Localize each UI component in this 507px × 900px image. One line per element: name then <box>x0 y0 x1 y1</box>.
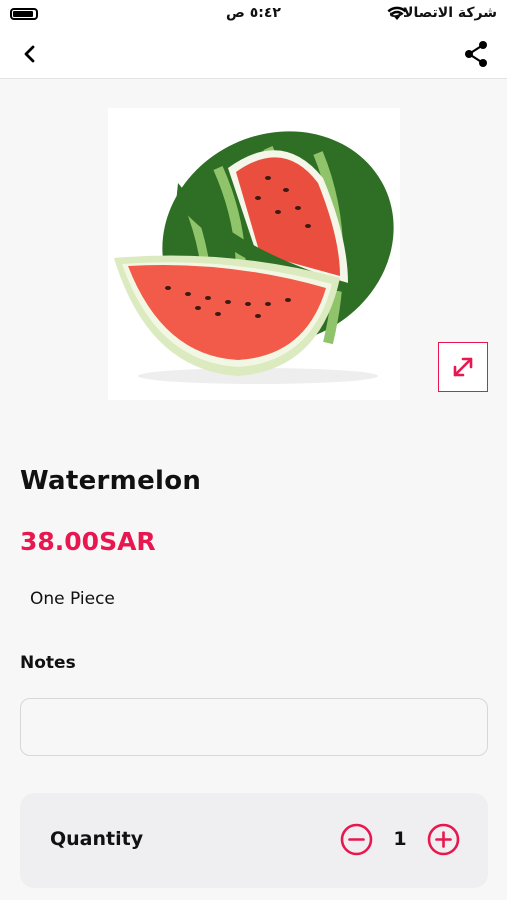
quantity-label: Quantity <box>50 828 144 850</box>
share-icon[interactable] <box>461 39 491 69</box>
product-unit: One Piece <box>30 589 115 609</box>
product-name: Watermelon <box>20 466 202 496</box>
status-bar: ٥:٤٢ ص شركة الاتصالات <box>0 0 507 28</box>
quantity-value: 1 <box>393 828 407 850</box>
expand-image-button[interactable] <box>438 342 488 392</box>
notes-input[interactable] <box>20 698 488 756</box>
quantity-card: Quantity 1 <box>20 793 488 888</box>
carrier-name: شركة الاتصالات <box>388 5 497 21</box>
minus-circle-icon[interactable] <box>340 823 373 856</box>
expand-arrows-icon <box>453 357 473 377</box>
product-image[interactable] <box>108 108 400 400</box>
nav-bar <box>0 28 507 79</box>
notes-label: Notes <box>20 653 76 673</box>
watermelon-image <box>114 131 394 384</box>
plus-circle-icon[interactable] <box>427 823 460 856</box>
product-price: 38.00SAR <box>20 527 156 556</box>
chevron-left-icon[interactable] <box>16 40 44 68</box>
